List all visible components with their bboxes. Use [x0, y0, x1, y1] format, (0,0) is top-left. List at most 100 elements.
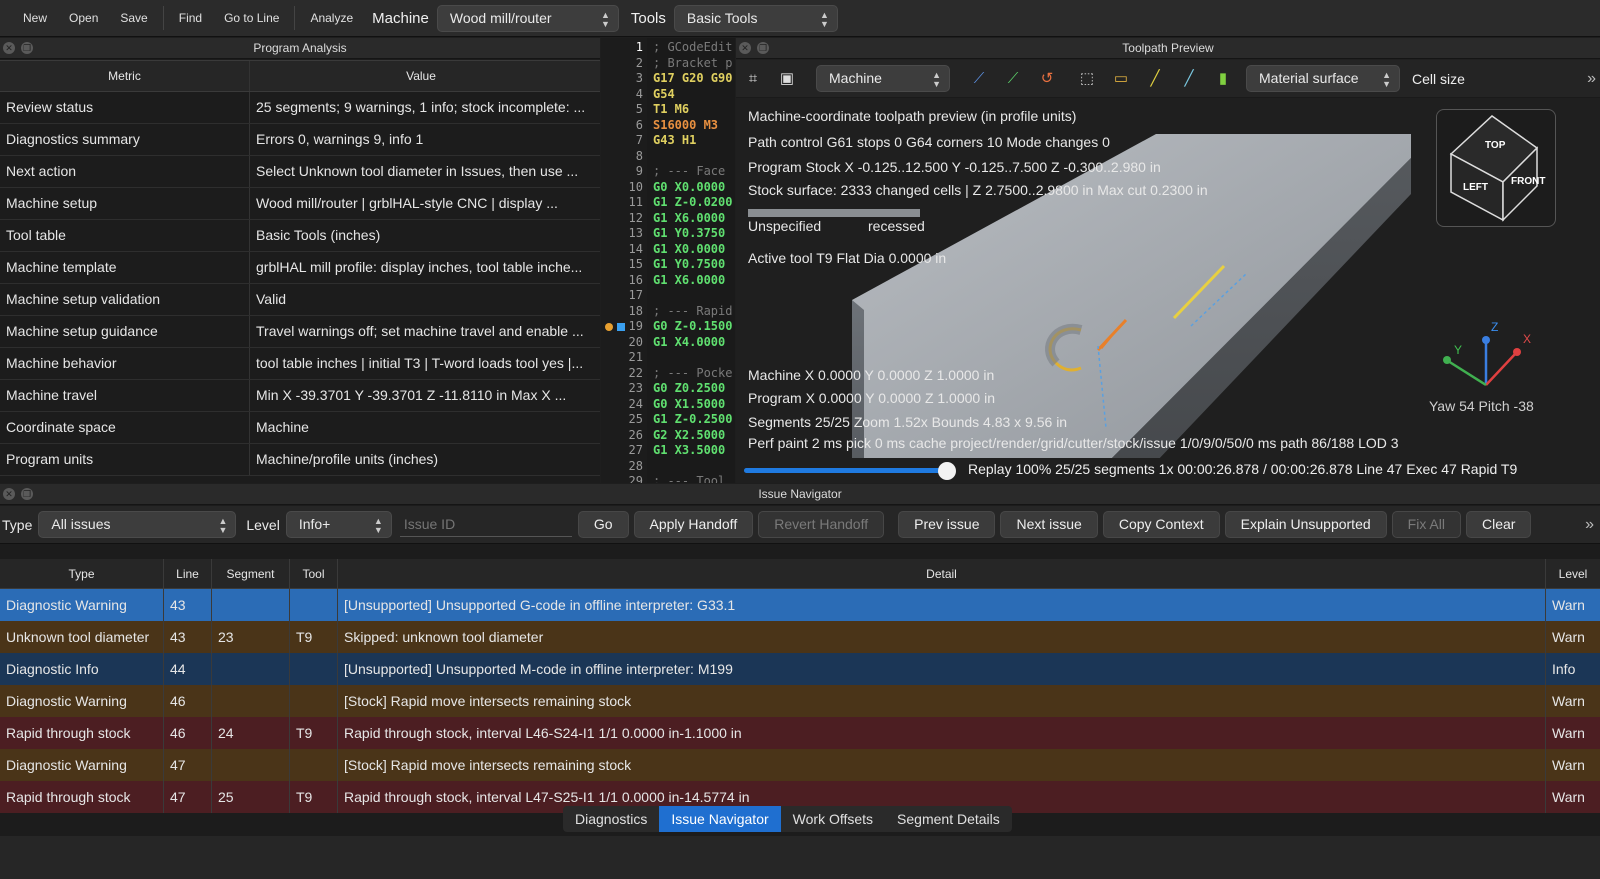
- tab-issue-navigator[interactable]: Issue Navigator: [659, 806, 781, 832]
- tools-select[interactable]: Basic Tools ▲ ▼: [673, 4, 838, 32]
- bounds-icon[interactable]: ⬚: [1070, 64, 1104, 94]
- close-icon[interactable]: ✕: [3, 488, 15, 500]
- code-line[interactable]: 17: [601, 288, 735, 304]
- code-line[interactable]: 29 ; --- Tool: [601, 474, 735, 483]
- stats-icon[interactable]: ▮: [1206, 64, 1240, 94]
- cube-left-label[interactable]: LEFT: [1463, 182, 1488, 193]
- new-button[interactable]: New: [12, 5, 58, 31]
- value-column-header[interactable]: Value: [250, 61, 600, 91]
- float-icon[interactable]: ❐: [21, 42, 33, 54]
- open-button[interactable]: Open: [58, 5, 109, 31]
- close-icon[interactable]: ✕: [739, 42, 751, 54]
- rapid-line-icon[interactable]: ⟋: [962, 64, 996, 94]
- replay-slider-track[interactable]: [744, 462, 956, 480]
- save-button[interactable]: Save: [109, 5, 158, 31]
- analysis-row[interactable]: Machine setup validation Valid: [0, 284, 600, 316]
- analysis-row[interactable]: Machine setup guidance Travel warnings of…: [0, 316, 600, 348]
- code-line[interactable]: 1 ; GCodeEdit: [601, 40, 735, 56]
- metric-column-header[interactable]: Metric: [0, 61, 250, 91]
- analysis-row[interactable]: Machine travel Min X -39.3701 Y -39.3701 …: [0, 380, 600, 412]
- code-line[interactable]: 14 G1 X0.0000: [601, 242, 735, 258]
- code-line[interactable]: 21: [601, 350, 735, 366]
- code-line[interactable]: 12 G1 X6.0000: [601, 211, 735, 227]
- analysis-row[interactable]: Machine setup Wood mill/router | grblHAL-…: [0, 188, 600, 220]
- replay-slider-handle[interactable]: [938, 462, 956, 480]
- code-line[interactable]: 19 G0 Z-0.1500: [601, 319, 735, 335]
- machine-select[interactable]: Wood mill/router ▲ ▼: [436, 4, 619, 32]
- issue-id-input[interactable]: [399, 512, 572, 537]
- segment-column-header[interactable]: Segment: [212, 559, 290, 588]
- apply-handoff-button[interactable]: Apply Handoff: [633, 511, 754, 538]
- code-line[interactable]: 26 G2 X2.5000: [601, 428, 735, 444]
- go-to-line-button[interactable]: Go to Line: [213, 5, 290, 31]
- code-line[interactable]: 9 ; --- Face: [601, 164, 735, 180]
- code-line[interactable]: 10 G0 X0.0000: [601, 180, 735, 196]
- view-cube[interactable]: TOP LEFT FRONT: [1436, 109, 1556, 227]
- code-line[interactable]: 24 G0 X1.5000: [601, 397, 735, 413]
- code-line[interactable]: 2 ; Bracket p: [601, 56, 735, 72]
- stock-icon[interactable]: ▭: [1104, 64, 1138, 94]
- code-line[interactable]: 27 G1 X3.5000: [601, 443, 735, 459]
- analysis-row[interactable]: Machine behavior tool table inches | init…: [0, 348, 600, 380]
- revert-handoff-button[interactable]: Revert Handoff: [758, 511, 885, 538]
- code-line[interactable]: 20 G1 X4.0000: [601, 335, 735, 351]
- issue-row[interactable]: Diagnostic Info 44 [Unsupported] Unsupport…: [0, 653, 1600, 685]
- close-icon[interactable]: ✕: [3, 42, 15, 54]
- explain-unsupported-button[interactable]: Explain Unsupported: [1224, 511, 1387, 538]
- issue-row[interactable]: Diagnostic Warning 43 [Unsupported] Unsupp…: [0, 589, 1600, 621]
- analysis-row[interactable]: Tool table Basic Tools (inches): [0, 220, 600, 252]
- code-line[interactable]: 4 G54: [601, 87, 735, 103]
- analysis-row[interactable]: Program units Machine/profile units (inch…: [0, 444, 600, 476]
- level-filter-select[interactable]: Info+ ▲ ▼: [285, 511, 392, 538]
- crop-icon[interactable]: ⌗: [736, 64, 770, 94]
- surface-mode-select[interactable]: Material surface ▲ ▼: [1246, 65, 1400, 92]
- prev-issue-button[interactable]: Prev issue: [898, 511, 996, 538]
- code-line[interactable]: 22 ; --- Pocke: [601, 366, 735, 382]
- code-line[interactable]: 18 ; --- Rapid: [601, 304, 735, 320]
- code-line[interactable]: 11 G1 Z-0.0200: [601, 195, 735, 211]
- tab-diagnostics[interactable]: Diagnostics: [563, 806, 659, 832]
- analysis-row[interactable]: Diagnostics summary Errors 0, warnings 9,…: [0, 124, 600, 156]
- find-button[interactable]: Find: [168, 5, 213, 31]
- code-line[interactable]: 8: [601, 149, 735, 165]
- tool-icon[interactable]: ╱: [1138, 64, 1172, 94]
- analysis-row[interactable]: Next action Select Unknown tool diameter …: [0, 156, 600, 188]
- level-column-header[interactable]: Level: [1546, 559, 1600, 588]
- issue-row[interactable]: Diagnostic Warning 47 [Stock] Rapid move i…: [0, 749, 1600, 781]
- float-icon[interactable]: ❐: [21, 488, 33, 500]
- code-line[interactable]: 3 G17 G20 G90: [601, 71, 735, 87]
- line-column-header[interactable]: Line: [164, 559, 212, 588]
- clear-button[interactable]: Clear: [1466, 511, 1532, 538]
- analysis-row[interactable]: Coordinate space Machine: [0, 412, 600, 444]
- cube-top-label[interactable]: TOP: [1485, 140, 1505, 151]
- code-line[interactable]: 28: [601, 459, 735, 475]
- analyze-button[interactable]: Analyze: [299, 5, 364, 31]
- issue-row[interactable]: Diagnostic Warning 46 [Stock] Rapid move i…: [0, 685, 1600, 717]
- overflow-chevron-icon[interactable]: »: [1585, 516, 1594, 534]
- measure-icon[interactable]: ╱: [1172, 64, 1206, 94]
- code-line[interactable]: 15 G1 Y0.7500: [601, 257, 735, 273]
- tool-column-header[interactable]: Tool: [290, 559, 338, 588]
- arc-icon[interactable]: ↺: [1030, 64, 1064, 94]
- cube-front-label[interactable]: FRONT: [1511, 176, 1545, 187]
- analysis-row[interactable]: Review status 25 segments; 9 warnings, 1 …: [0, 92, 600, 124]
- code-line[interactable]: 6 S16000 M3: [601, 118, 735, 134]
- screenshot-icon[interactable]: ▣: [770, 64, 804, 94]
- float-icon[interactable]: ❐: [757, 42, 769, 54]
- code-line[interactable]: 25 G1 Z-0.2500: [601, 412, 735, 428]
- toolpath-viewport[interactable]: Machine-coordinate toolpath preview (in …: [736, 98, 1600, 483]
- bookmark-marker-icon[interactable]: [617, 323, 625, 331]
- code-line[interactable]: 7 G43 H1: [601, 133, 735, 149]
- tab-work-offsets[interactable]: Work Offsets: [781, 806, 885, 832]
- code-line[interactable]: 13 G1 Y0.3750: [601, 226, 735, 242]
- fix-all-button[interactable]: Fix All: [1391, 511, 1461, 538]
- gcode-editor[interactable]: 1 ; GCodeEdit 2 ; Bracket p 3 G17 G20 G90 4 G54…: [601, 38, 735, 483]
- issue-row[interactable]: Unknown tool diameter 43 23 T9 Skipped: unkn…: [0, 621, 1600, 653]
- copy-context-button[interactable]: Copy Context: [1102, 511, 1220, 538]
- warning-marker-icon[interactable]: [605, 323, 613, 331]
- coordinate-space-select[interactable]: Machine ▲ ▼: [816, 65, 950, 92]
- code-line[interactable]: 23 G0 Z0.2500: [601, 381, 735, 397]
- next-issue-button[interactable]: Next issue: [1000, 511, 1098, 538]
- go-button[interactable]: Go: [577, 511, 629, 538]
- type-filter-select[interactable]: All issues ▲ ▼: [38, 511, 237, 538]
